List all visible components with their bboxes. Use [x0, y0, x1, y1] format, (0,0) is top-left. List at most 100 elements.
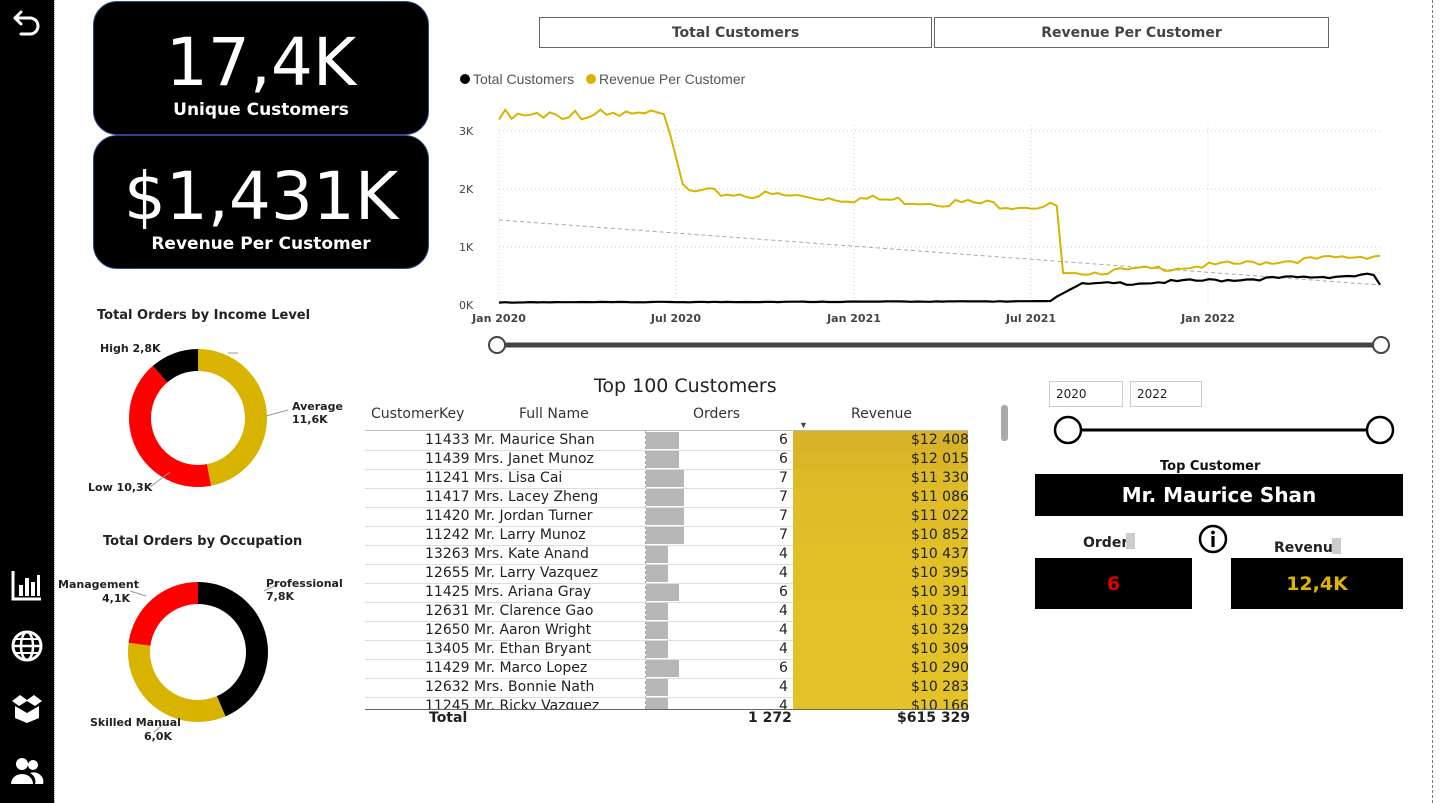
orders-bar	[646, 622, 668, 639]
date-slider-start-handle[interactable]	[488, 336, 506, 354]
cell-orders: 4	[779, 565, 788, 581]
bar-chart-icon[interactable]	[8, 566, 46, 604]
table-scrollbar[interactable]	[1001, 405, 1008, 441]
cell-orders: 4	[779, 698, 788, 709]
tab-revenue-per-customer[interactable]: Revenue Per Customer	[934, 17, 1329, 48]
revenue-indicator	[1332, 538, 1341, 554]
y-axis-ticks: 0K 1K 2K 3K	[459, 125, 474, 312]
income-label-low: Low 10,3K	[88, 481, 153, 494]
cell-revenue: $10 437	[911, 546, 968, 562]
table-row[interactable]: 11425 Mrs. Ariana Gray 6 $10 391	[365, 583, 968, 603]
orders-bar	[646, 451, 679, 468]
legend-marker-revenue	[586, 74, 596, 84]
canvas-right-border	[1432, 0, 1433, 803]
header-full-name[interactable]: Full Name	[519, 406, 589, 422]
tab-total-customers[interactable]: Total Customers	[539, 17, 932, 48]
cell-customer-key: 12650	[425, 622, 470, 638]
y-tick-label: 1K	[459, 241, 474, 254]
cell-full-name: Mrs. Ariana Gray	[474, 584, 592, 600]
orders-bar	[646, 489, 684, 506]
cell-customer-key: 12631	[425, 603, 470, 619]
date-slider-end-handle[interactable]	[1372, 336, 1390, 354]
cell-orders: 4	[779, 603, 788, 619]
table-row[interactable]: 13263 Mrs. Kate Anand 4 $10 437	[365, 545, 968, 565]
year-to-input[interactable]: 2022	[1130, 381, 1202, 407]
table-row[interactable]: 13405 Mr. Ethan Bryant 4 $10 309	[365, 640, 968, 660]
cell-customer-key: 11439	[425, 451, 470, 467]
line-chart-svg: Total Customers Revenue Per Customer 0K 1…	[459, 71, 1390, 354]
cell-full-name: Mr. Larry Munoz	[474, 527, 586, 543]
cell-customer-key: 11429	[425, 660, 470, 676]
table-row[interactable]: 11245 Mr. Ricky Vazquez 4 $10 166	[365, 697, 968, 709]
cell-full-name: Mr. Aaron Wright	[474, 622, 592, 638]
kpi-card-unique-customers: 17,4K Unique Customers	[93, 1, 429, 135]
table-row[interactable]: 12632 Mrs. Bonnie Nath 4 $10 283	[365, 678, 968, 698]
income-label-high: High 2,8K	[100, 342, 161, 355]
sort-desc-icon[interactable]: ▼	[799, 420, 808, 430]
cell-revenue: $10 852	[911, 527, 968, 543]
income-value-average: 11,6K	[292, 413, 328, 426]
cell-customer-key: 12655	[425, 565, 470, 581]
year-slider[interactable]	[1048, 412, 1398, 448]
top-customers-table: CustomerKey Full Name Orders Revenue ▼ 1…	[365, 400, 1008, 730]
kpi-card-revenue-per-customer: $1,431K Revenue Per Customer	[93, 135, 429, 269]
donut-slice-skilled-manual[interactable]	[128, 642, 226, 722]
donut-slice-low[interactable]	[129, 365, 212, 487]
orders-bar	[646, 565, 668, 582]
table-row[interactable]: 11242 Mr. Larry Munoz 7 $10 852	[365, 526, 968, 546]
kpi-label: Revenue Per Customer	[151, 234, 371, 254]
table-row[interactable]: 11429 Mr. Marco Lopez 6 $10 290	[365, 659, 968, 679]
cell-orders: 4	[779, 622, 788, 638]
cell-customer-key: 11245	[425, 698, 470, 709]
cell-customer-key: 13405	[425, 641, 470, 657]
x-tick-label: Jan 2021	[826, 312, 881, 325]
globe-icon[interactable]	[8, 627, 46, 665]
x-axis-ticks: Jan 2020 Jul 2020 Jan 2021 Jul 2021 Jan 2022	[471, 312, 1235, 325]
users-icon[interactable]	[8, 752, 46, 790]
cell-revenue: $10 309	[911, 641, 968, 657]
cell-revenue: $11 022	[911, 508, 968, 524]
cell-customer-key: 11241	[425, 470, 470, 486]
year-slider-end-handle[interactable]	[1365, 415, 1395, 445]
cell-full-name: Mrs. Kate Anand	[474, 546, 589, 562]
cell-revenue: $11 086	[911, 489, 968, 505]
year-slider-start-handle[interactable]	[1053, 415, 1083, 445]
year-from-input[interactable]: 2020	[1049, 381, 1123, 407]
top-customer-orders: 6	[1035, 558, 1192, 609]
cell-customer-key: 11420	[425, 508, 470, 524]
back-arrow-icon[interactable]	[8, 4, 46, 42]
box-icon[interactable]	[8, 689, 46, 727]
donut-slice-average[interactable]	[198, 349, 267, 486]
table-row[interactable]: 11417 Mrs. Lacey Zheng 7 $11 086	[365, 488, 968, 508]
canvas-left-border	[54, 0, 55, 803]
donut-slice-professional[interactable]	[198, 582, 268, 717]
occupation-value-management: 4,1K	[102, 592, 131, 605]
revenue-series-line	[498, 108, 1381, 276]
table-row[interactable]: 11241 Mrs. Lisa Cai 7 $11 330	[365, 469, 968, 489]
x-tick-label: Jul 2021	[1005, 312, 1056, 325]
cell-revenue: $10 290	[911, 660, 968, 676]
header-orders[interactable]: Orders	[693, 406, 740, 422]
cell-orders: 7	[779, 508, 788, 524]
table-row[interactable]: 11420 Mr. Jordan Turner 7 $11 022	[365, 507, 968, 527]
cell-full-name: Mr. Ethan Bryant	[474, 641, 592, 657]
table-title: Top 100 Customers	[594, 375, 777, 397]
top-customer-title: Top Customer	[1160, 459, 1261, 474]
table-row[interactable]: 11433 Mr. Maurice Shan 6 $12 408	[365, 431, 968, 451]
table-row[interactable]: 12650 Mr. Aaron Wright 4 $10 329	[365, 621, 968, 641]
table-row[interactable]: 11439 Mrs. Janet Munoz 6 $12 015	[365, 450, 968, 470]
info-icon[interactable]	[1198, 524, 1228, 554]
cell-customer-key: 11425	[425, 584, 470, 600]
donut-slice-management[interactable]	[128, 582, 198, 646]
order-label: Order	[1083, 535, 1129, 551]
table-row[interactable]: 12631 Mr. Clarence Gao 4 $10 332	[365, 602, 968, 622]
customers-series-line	[498, 272, 1381, 304]
header-customer-key[interactable]: CustomerKey	[371, 406, 464, 422]
table-row[interactable]: 12655 Mr. Larry Vazquez 4 $10 395	[365, 564, 968, 584]
leader-line	[129, 590, 147, 597]
revenue-label: Revenu	[1274, 540, 1333, 556]
legend-revenue-per-customer: Revenue Per Customer	[599, 71, 746, 87]
header-revenue[interactable]: Revenue	[851, 406, 912, 422]
cell-orders: 7	[779, 470, 788, 486]
income-donut-title: Total Orders by Income Level	[97, 308, 311, 323]
